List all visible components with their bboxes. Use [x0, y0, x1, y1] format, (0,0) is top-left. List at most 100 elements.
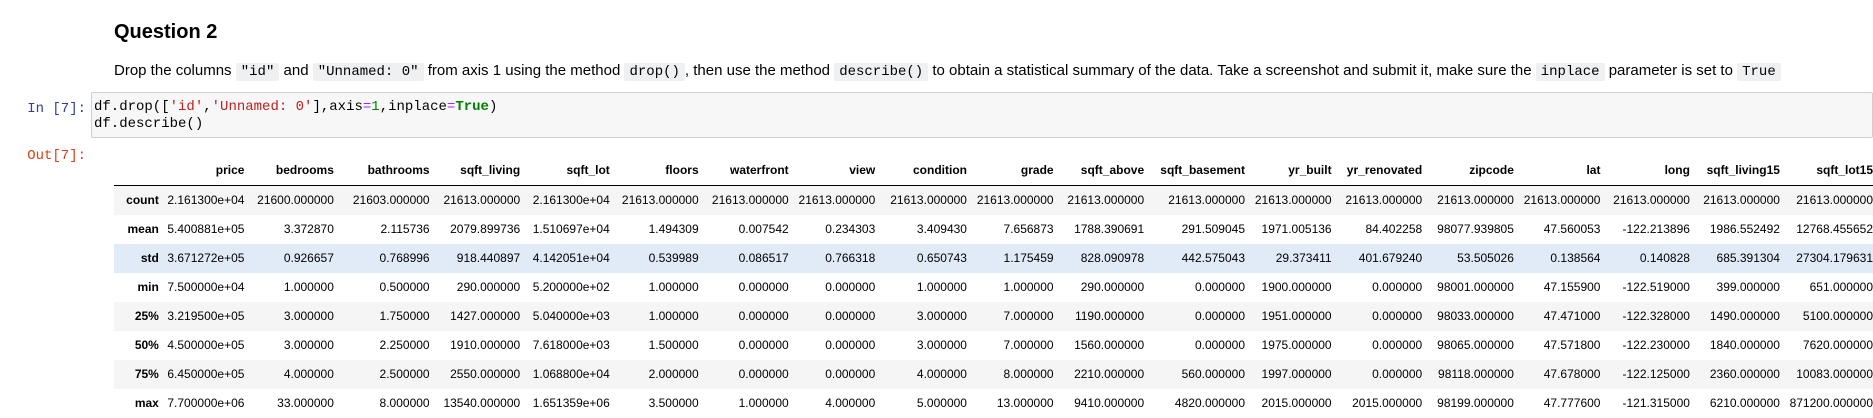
output-area[interactable]: price bedrooms bathrooms sqft_living sqf…	[114, 156, 1873, 418]
column-header: sqft_living	[430, 156, 521, 186]
table-cell: 2.161300e+04	[159, 186, 245, 216]
table-cell: 1951.000000	[1245, 302, 1332, 331]
table-cell: 291.509045	[1144, 215, 1245, 244]
table-cell: 2.250000	[334, 331, 430, 360]
table-cell: -122.230000	[1600, 331, 1689, 360]
table-cell: 8.000000	[967, 360, 1054, 389]
question-heading: Question 2	[114, 14, 1854, 50]
code-token: 'Unnamed: 0'	[212, 99, 313, 115]
column-header: sqft_lot	[520, 156, 610, 186]
table-cell: 0.086517	[699, 244, 789, 273]
table-cell: 47.560053	[1514, 215, 1601, 244]
table-cell: 1910.000000	[430, 331, 521, 360]
table-cell: 4.142051e+04	[520, 244, 610, 273]
table-cell: 98065.000000	[1422, 331, 1514, 360]
table-cell: 7.618000e+03	[520, 331, 610, 360]
table-cell: 6.450000e+05	[159, 360, 245, 389]
table-cell: 5.200000e+02	[520, 273, 610, 302]
code-token: True	[455, 99, 489, 115]
table-cell: 2550.000000	[430, 360, 521, 389]
table-cell: 98033.000000	[1422, 302, 1514, 331]
question-instructions: Drop the columns "id" and "Unnamed: 0" f…	[114, 60, 1854, 83]
table-cell: 0.138564	[1514, 244, 1601, 273]
inline-code: "id"	[236, 63, 280, 81]
describe-table: price bedrooms bathrooms sqft_living sqf…	[114, 156, 1873, 418]
column-header: bedrooms	[244, 156, 333, 186]
column-header: sqft_basement	[1144, 156, 1245, 186]
table-cell: 1560.000000	[1054, 331, 1145, 360]
column-header: floors	[610, 156, 699, 186]
table-cell: 21613.000000	[789, 186, 876, 216]
table-cell: 290.000000	[1054, 273, 1145, 302]
instruction-text: from axis 1 using the method	[424, 62, 625, 79]
table-cell: 7.656873	[967, 215, 1054, 244]
table-cell: 651.000000	[1780, 273, 1873, 302]
table-cell: 98001.000000	[1422, 273, 1514, 302]
table-body: count2.161300e+0421600.00000021603.00000…	[114, 186, 1873, 418]
table-cell: 0.000000	[699, 302, 789, 331]
table-cell: 21603.000000	[334, 186, 430, 216]
table-cell: 3.000000	[875, 302, 967, 331]
table-cell: 560.000000	[1144, 360, 1245, 389]
code-token: 1	[371, 99, 379, 115]
index-header	[114, 156, 159, 186]
inline-code: drop()	[624, 63, 684, 81]
table-cell: 7.500000e+04	[159, 273, 245, 302]
column-header: lat	[1514, 156, 1601, 186]
table-cell: 1190.000000	[1054, 302, 1145, 331]
table-cell: 0.768996	[334, 244, 430, 273]
table-cell: 1788.390691	[1054, 215, 1145, 244]
table-cell: -122.519000	[1600, 273, 1689, 302]
table-row: 75%6.450000e+054.0000002.5000002550.0000…	[114, 360, 1873, 389]
row-index-label: count	[114, 186, 159, 216]
table-cell: 21613.000000	[1422, 186, 1514, 216]
table-cell: 3.219500e+05	[159, 302, 245, 331]
column-header: yr_built	[1245, 156, 1332, 186]
table-cell: 0.000000	[789, 331, 876, 360]
table-cell: 7.000000	[967, 302, 1054, 331]
column-header: waterfront	[699, 156, 789, 186]
table-cell: 3.000000	[244, 331, 333, 360]
table-cell: 4.000000	[875, 360, 967, 389]
code-token: ,inplace	[380, 99, 447, 115]
table-cell: 21613.000000	[430, 186, 521, 216]
table-cell: 7620.000000	[1780, 331, 1873, 360]
output-prompt: Out[7]:	[0, 148, 86, 165]
table-cell: 0.000000	[789, 273, 876, 302]
table-cell: -122.125000	[1600, 360, 1689, 389]
table-cell: 685.391304	[1690, 244, 1780, 273]
table-row: std3.671272e+050.9266570.768996918.44089…	[114, 244, 1873, 273]
table-cell: 0.000000	[1332, 360, 1423, 389]
table-cell: 47.471000	[1514, 302, 1601, 331]
table-cell: 0.539989	[610, 244, 699, 273]
table-cell: 21613.000000	[1054, 186, 1145, 216]
table-cell: 0.007542	[699, 215, 789, 244]
table-cell: 0.000000	[1144, 302, 1245, 331]
code-token: 'id'	[170, 99, 204, 115]
table-row: count2.161300e+0421600.00000021603.00000…	[114, 186, 1873, 216]
markdown-cell: Question 2 Drop the columns "id" and "Un…	[114, 14, 1854, 83]
table-cell: 0.650743	[875, 244, 967, 273]
table-cell: 401.679240	[1332, 244, 1423, 273]
table-cell: 0.234303	[789, 215, 876, 244]
table-cell: 399.000000	[1690, 273, 1780, 302]
table-cell: 1.510697e+04	[520, 215, 610, 244]
table-cell: 1427.000000	[430, 302, 521, 331]
code-cell-editor[interactable]: df.drop(['id','Unnamed: 0'],axis=1,inpla…	[91, 92, 1873, 138]
table-cell: 98077.939805	[1422, 215, 1514, 244]
table-cell: 2079.899736	[430, 215, 521, 244]
row-index-label: 50%	[114, 331, 159, 360]
instruction-text: Drop the columns	[114, 62, 236, 79]
column-header: yr_renovated	[1332, 156, 1423, 186]
code-token: ,	[203, 99, 211, 115]
instruction-text: parameter is set to	[1605, 62, 1738, 79]
table-cell: 27304.179631	[1780, 244, 1873, 273]
table-cell: 290.000000	[430, 273, 521, 302]
table-cell: 0.500000	[334, 273, 430, 302]
table-cell: 21613.000000	[1780, 186, 1873, 216]
table-cell: 21613.000000	[1245, 186, 1332, 216]
table-cell: 1.000000	[875, 273, 967, 302]
table-row: min7.500000e+041.0000000.500000290.00000…	[114, 273, 1873, 302]
column-header: zipcode	[1422, 156, 1514, 186]
table-cell: -122.328000	[1600, 302, 1689, 331]
